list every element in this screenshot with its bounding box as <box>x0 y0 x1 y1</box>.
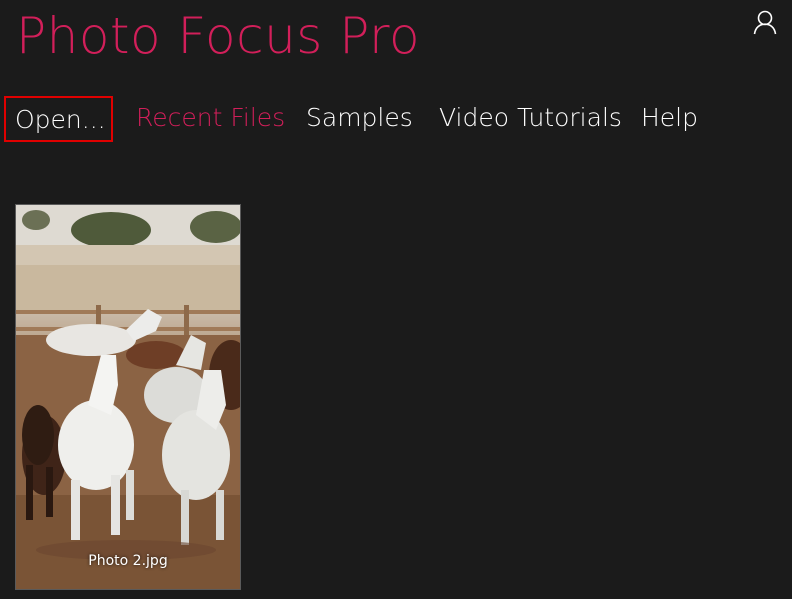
photo-thumbnail[interactable]: Photo 2.jpg <box>15 204 241 590</box>
nav-recent-files[interactable]: Recent Files <box>136 96 285 142</box>
app-title: Photo Focus Pro <box>16 7 421 65</box>
user-account-button[interactable] <box>752 9 778 35</box>
recent-files-gallery: Photo 2.jpg <box>15 204 241 590</box>
photo-filename: Photo 2.jpg <box>88 553 168 569</box>
user-account-icon <box>752 9 778 35</box>
nav-video-tutorials[interactable]: Video Tutorials <box>439 96 622 142</box>
nav-help[interactable]: Help <box>641 96 698 142</box>
nav-open[interactable]: Open... <box>4 96 113 142</box>
horses-photo-image <box>16 205 240 589</box>
nav-samples[interactable]: Samples <box>306 96 413 142</box>
app-window: Photo Focus Pro Open... Recent Files Sam… <box>0 0 792 599</box>
main-nav: Open... Recent Files Samples Video Tutor… <box>0 96 792 142</box>
